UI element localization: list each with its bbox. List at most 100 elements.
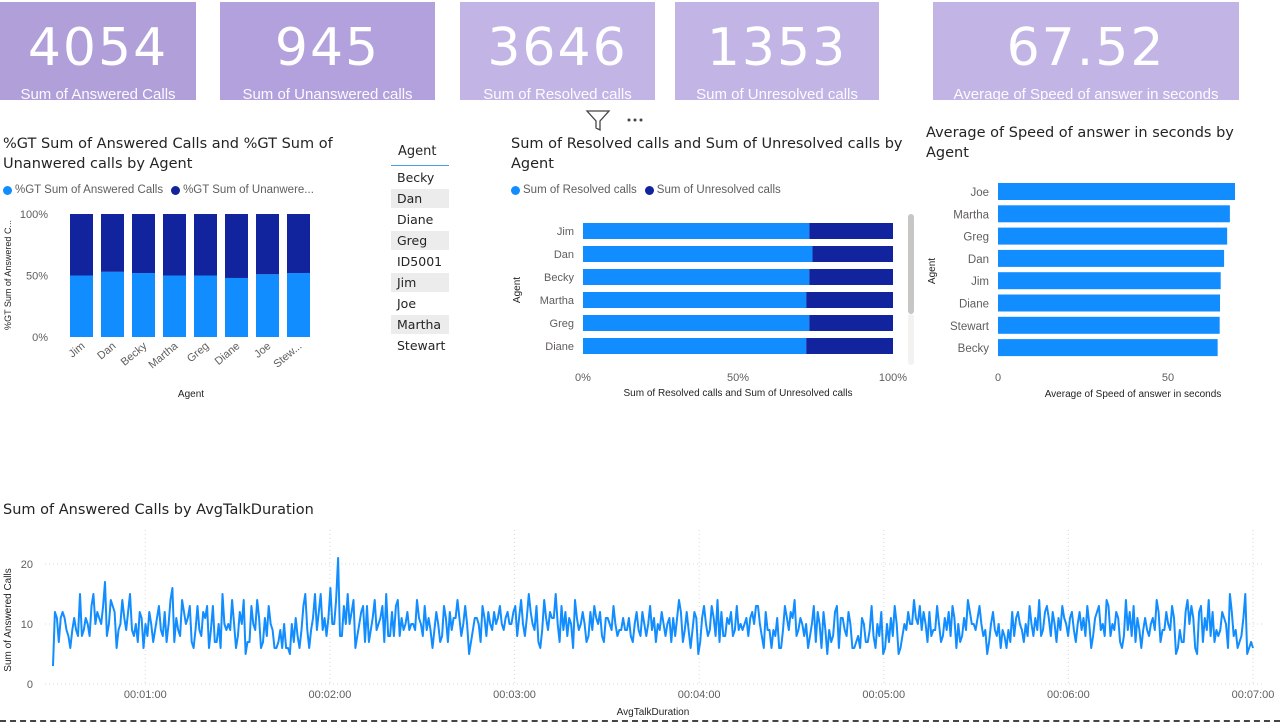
- y-tick-label: Joe: [970, 187, 989, 199]
- bar-speed: [998, 339, 1218, 357]
- chart4-title: Sum of Answered Calls by AvgTalkDuration: [3, 502, 314, 518]
- bar-unresolved: [812, 246, 893, 262]
- bar-speed: [998, 316, 1220, 334]
- slicer-item[interactable]: Diane: [391, 210, 449, 229]
- bar-speed: [998, 294, 1221, 312]
- bar-answered: [132, 273, 155, 337]
- kpi-value: 4054: [27, 18, 169, 78]
- y-tick-label: 0%: [32, 332, 48, 344]
- legend-label: %GT Sum of Unanwere...: [183, 184, 314, 196]
- x-tick-label: Diane: [213, 340, 243, 368]
- slicer-item[interactable]: Dan: [391, 189, 449, 208]
- x-tick-label: 00:06:00: [1047, 689, 1090, 701]
- legend-item-unresolved[interactable]: Sum of Unresolved calls: [644, 184, 781, 196]
- x-axis-title: Average of Speed of answer in seconds: [1045, 389, 1222, 400]
- legend-label: Sum of Unresolved calls: [656, 184, 781, 196]
- legend-item-resolved[interactable]: Sum of Resolved calls: [511, 184, 637, 196]
- x-axis-title: AvgTalkDuration: [617, 707, 690, 718]
- x-tick-label: 50: [1162, 372, 1174, 384]
- y-tick-label: Martha: [953, 209, 989, 221]
- bar-answered: [287, 273, 310, 337]
- bar-answered: [194, 275, 217, 337]
- bar-unanswered: [287, 214, 310, 274]
- chart1-legend: %GT Sum of Answered Calls %GT Sum of Una…: [3, 184, 322, 196]
- kpi-answered-calls[interactable]: 4054 Sum of Answered Calls: [0, 2, 196, 100]
- kpi-value: 945: [274, 18, 381, 78]
- y-tick-label: Martha: [540, 295, 575, 307]
- bar-resolved: [583, 292, 807, 308]
- bar-answered: [163, 275, 186, 337]
- y-tick-label: Greg: [550, 318, 574, 330]
- slicer-item[interactable]: Martha: [391, 315, 449, 334]
- chart2-legend: Sum of Resolved calls Sum of Unresolved …: [511, 184, 789, 196]
- kpi-resolved-calls[interactable]: 3646 Sum of Resolved calls: [460, 2, 655, 100]
- stacked-column-chart: 0% 50% 100% Jim Dan BeckyMartha Greg Diane JoeSt…: [3, 209, 310, 400]
- bar-resolved: [583, 223, 810, 239]
- bar-answered: [101, 271, 124, 337]
- bar-unresolved: [806, 292, 893, 308]
- slicer-header: Agent: [391, 140, 449, 166]
- bar-unresolved: [809, 269, 893, 285]
- y-axis-title: Agent: [927, 258, 938, 284]
- x-tick-label: 00:05:00: [862, 689, 905, 701]
- kpi-label: Sum of Resolved calls: [483, 86, 632, 100]
- agent-slicer: Agent Becky Dan Diane Greg ID5001 Jim Joe Marth…: [391, 140, 449, 355]
- slicer-item[interactable]: Greg: [391, 231, 449, 250]
- bar-unanswered: [194, 214, 217, 276]
- y-tick-label: 10: [21, 619, 33, 631]
- legend-item-unanswered[interactable]: %GT Sum of Unanwere...: [171, 184, 314, 196]
- kpi-value: 3646: [487, 18, 628, 78]
- x-axis-title: Agent: [178, 389, 204, 400]
- y-tick-label: Stewart: [950, 321, 990, 333]
- x-tick-label: 00:03:00: [493, 689, 536, 701]
- x-tick-label: Dan: [95, 340, 118, 362]
- x-tick-label: 100%: [879, 372, 907, 384]
- slicer-item[interactable]: Joe: [391, 294, 449, 313]
- stacked-bar-chart: Jim Dan Becky Martha Greg Diane 0% 50% 100% Sum o…: [512, 214, 914, 399]
- y-tick-label: Becky: [958, 343, 990, 355]
- x-tick-label: Jim: [67, 340, 88, 360]
- y-tick-label: Dan: [968, 254, 989, 266]
- bar-answered: [225, 277, 248, 337]
- slicer-item[interactable]: Jim: [391, 273, 449, 292]
- bar-speed: [998, 183, 1235, 200]
- y-tick-label: 50%: [26, 271, 48, 283]
- more-options-icon[interactable]: [627, 118, 643, 122]
- bar-speed: [998, 205, 1230, 223]
- y-tick-label: Dan: [554, 249, 574, 261]
- y-tick-label: 0: [27, 679, 33, 691]
- line-chart: 0 10 20 00:01:00 00:02:00 00:03:00 00:04:00 00:…: [3, 530, 1274, 718]
- slicer-list: Becky Dan Diane Greg ID5001 Jim Joe Martha Stewa…: [391, 168, 449, 355]
- kpi-label: Sum of Unanswered calls: [242, 86, 413, 100]
- kpi-avg-speed-answer[interactable]: 67.52 Average of Speed of answer in secon…: [933, 2, 1239, 100]
- bar-unanswered: [225, 214, 248, 278]
- x-tick-label: 0: [995, 372, 1001, 384]
- x-tick-label: 00:04:00: [678, 689, 721, 701]
- kpi-unresolved-calls[interactable]: 1353 Sum of Unresolved calls: [675, 2, 879, 100]
- slicer-item[interactable]: Stewart: [391, 336, 449, 355]
- slicer-item[interactable]: ID5001: [391, 252, 449, 271]
- x-tick-label: 00:02:00: [309, 689, 352, 701]
- kpi-label: Sum of Unresolved calls: [696, 86, 858, 100]
- bar-resolved: [583, 269, 810, 285]
- x-tick-label: Stew...: [271, 340, 304, 370]
- bar-chart: Joe Martha Greg Dan Jim Diane Stewart Becky 0 50 A…: [927, 183, 1235, 400]
- scrollbar-track: [908, 314, 914, 365]
- bar-resolved: [583, 246, 813, 262]
- bar-speed: [998, 249, 1225, 267]
- kpi-unanswered-calls[interactable]: 945 Sum of Unanswered calls: [220, 2, 435, 100]
- y-axis-title: %GT Sum of Answered C...: [3, 220, 13, 330]
- x-tick-label: Martha: [146, 340, 181, 372]
- slicer-item[interactable]: Becky: [391, 168, 449, 187]
- bar-resolved: [583, 338, 807, 354]
- legend-item-answered[interactable]: %GT Sum of Answered Calls: [3, 184, 163, 196]
- y-tick-label: 100%: [20, 209, 48, 221]
- filter-icon[interactable]: [585, 110, 611, 132]
- bar-unanswered: [163, 214, 186, 276]
- bar-resolved: [583, 315, 810, 331]
- legend-label: Sum of Resolved calls: [523, 184, 637, 196]
- x-tick-label: 00:01:00: [124, 689, 167, 701]
- bar-unanswered: [132, 214, 155, 274]
- x-tick-label: 50%: [727, 372, 749, 384]
- x-tick-label: Greg: [185, 340, 211, 365]
